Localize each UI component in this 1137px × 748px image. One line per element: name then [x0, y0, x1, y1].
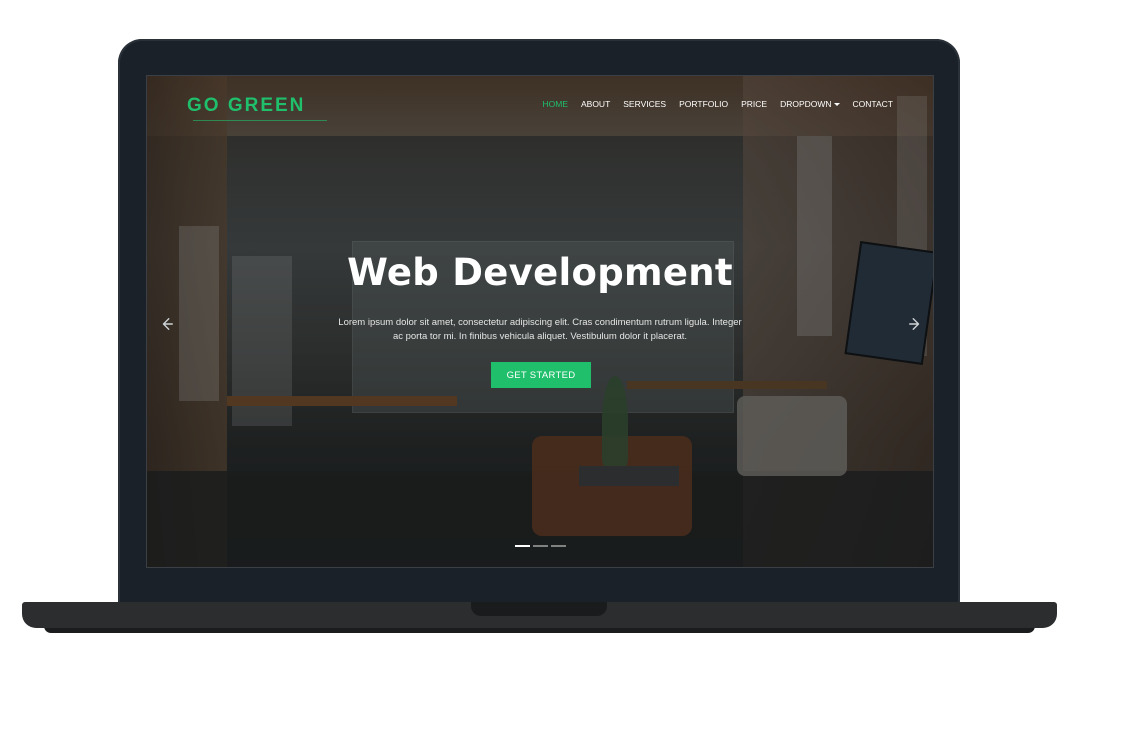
nav-item-dropdown-label: DROPDOWN	[780, 99, 832, 109]
nav-item-home[interactable]: HOME	[542, 99, 568, 109]
brand-logo[interactable]: GO GREEN	[187, 95, 305, 117]
carousel-next-button[interactable]	[905, 314, 925, 334]
caret-down-icon	[833, 103, 840, 107]
carousel-indicator-1[interactable]	[515, 545, 530, 547]
carousel-prev-button[interactable]	[157, 314, 177, 334]
hero-description: Lorem ipsum dolor sit amet, consectetur …	[338, 317, 742, 342]
arrow-right-icon	[909, 318, 920, 330]
nav-item-portfolio[interactable]: PORTFOLIO	[679, 99, 728, 109]
carousel-indicator-2[interactable]	[533, 545, 548, 547]
nav-item-dropdown[interactable]: DROPDOWN	[780, 99, 840, 109]
brand-underline	[193, 120, 327, 121]
nav-item-price[interactable]: PRICE	[741, 99, 767, 109]
nav-item-about[interactable]: ABOUT	[581, 99, 610, 109]
website-screen: GO GREEN HOME ABOUT SERVICES PORTFOLIO P…	[146, 75, 934, 568]
carousel-indicator-3[interactable]	[551, 545, 566, 547]
carousel-indicators	[515, 545, 566, 547]
nav-item-services[interactable]: SERVICES	[623, 99, 666, 109]
laptop-notch	[471, 602, 607, 616]
get-started-button[interactable]: GET STARTED	[491, 362, 591, 388]
main-navigation: HOME ABOUT SERVICES PORTFOLIO PRICE DROP…	[542, 99, 893, 109]
nav-item-contact[interactable]: CONTACT	[853, 99, 893, 109]
hero-title: Web Development	[347, 251, 733, 294]
arrow-left-icon	[162, 318, 173, 330]
